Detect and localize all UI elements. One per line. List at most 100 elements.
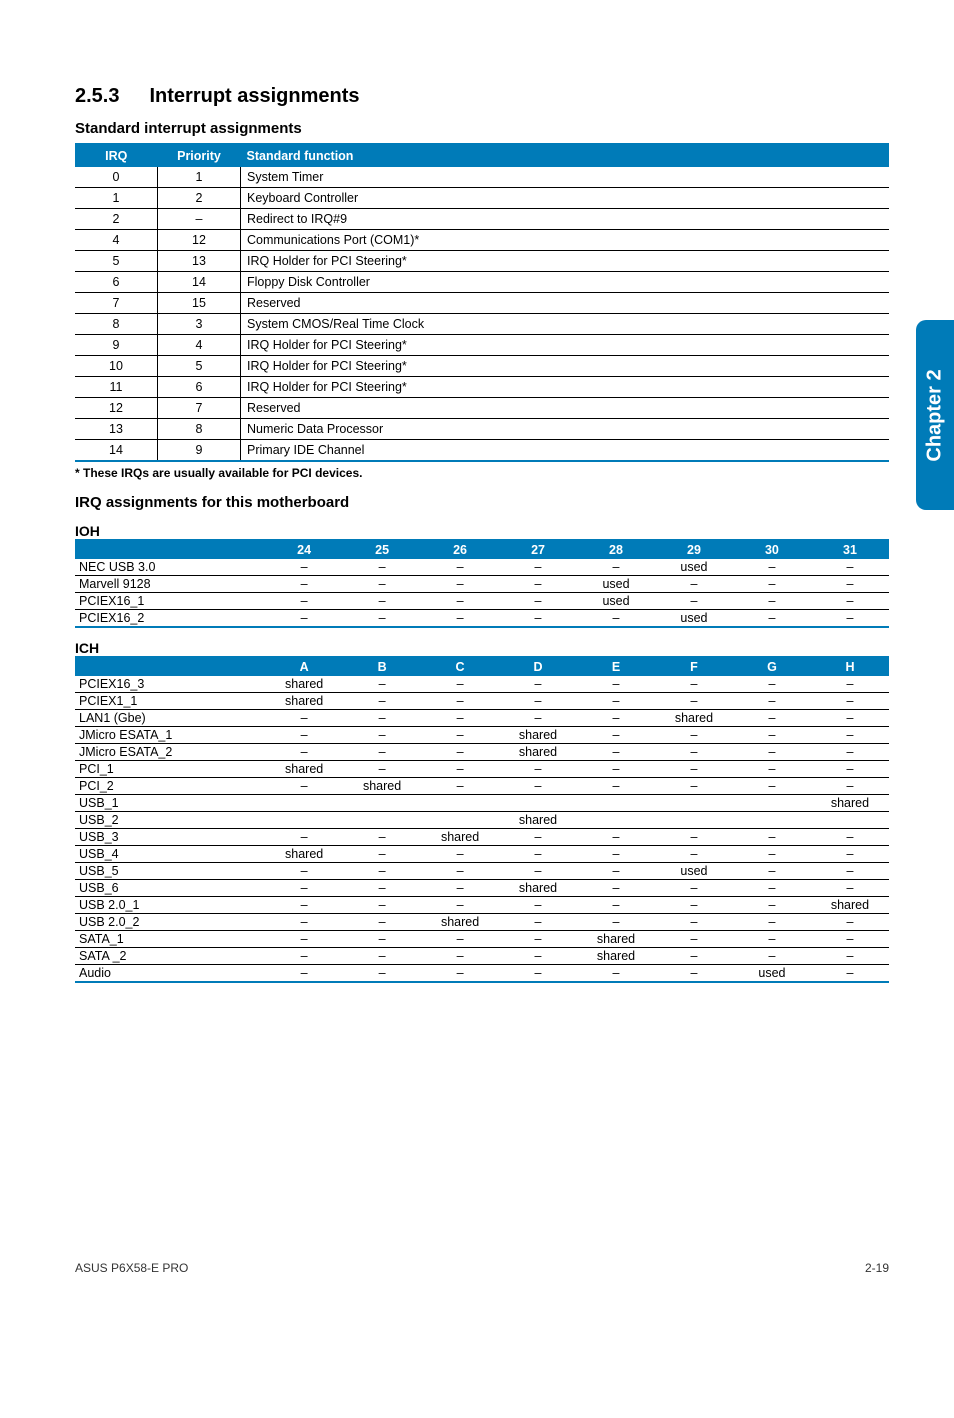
sidebar-chapter-tab: Chapter 2	[916, 320, 954, 510]
section-number: 2.5.3	[75, 85, 119, 107]
grid-col-header: 28	[577, 540, 655, 559]
grid-cell: –	[343, 693, 421, 710]
table-row: USB 2.0_2––shared–––––	[75, 914, 889, 931]
grid-cell	[265, 812, 343, 829]
grid-cell: –	[265, 897, 343, 914]
grid-cell: –	[421, 863, 499, 880]
grid-cell: –	[343, 829, 421, 846]
grid-cell: –	[733, 948, 811, 965]
table-row: 513IRQ Holder for PCI Steering*	[75, 251, 889, 272]
grid-cell: –	[421, 710, 499, 727]
grid-col-header: A	[265, 657, 343, 676]
ich-subheading: ICH	[75, 640, 889, 656]
table-row: 94IRQ Holder for PCI Steering*	[75, 335, 889, 356]
grid-cell: –	[655, 931, 733, 948]
priority-cell: 5	[158, 356, 241, 377]
row-label: USB 2.0_1	[75, 897, 265, 914]
grid-cell: –	[343, 880, 421, 897]
grid-cell: –	[343, 576, 421, 593]
grid-cell: –	[655, 744, 733, 761]
grid-cell: –	[421, 559, 499, 576]
grid-cell: –	[655, 846, 733, 863]
grid-col-header: 26	[421, 540, 499, 559]
priority-cell: 15	[158, 293, 241, 314]
irq-cell: 13	[75, 419, 158, 440]
grid-cell: –	[577, 778, 655, 795]
grid-cell: –	[421, 846, 499, 863]
table-row: 12Keyboard Controller	[75, 188, 889, 209]
row-label: Marvell 9128	[75, 576, 265, 593]
row-label: USB 2.0_2	[75, 914, 265, 931]
grid-cell: –	[499, 610, 577, 628]
grid-cell	[733, 795, 811, 812]
priority-cell: 7	[158, 398, 241, 419]
row-label: USB_4	[75, 846, 265, 863]
grid-cell: –	[577, 761, 655, 778]
sidebar-chapter-label: Chapter 2	[924, 369, 947, 461]
table1-heading: Standard interrupt assignments	[75, 120, 889, 137]
grid-cell: –	[421, 744, 499, 761]
function-cell: IRQ Holder for PCI Steering*	[241, 356, 890, 377]
grid-cell: –	[421, 948, 499, 965]
footer-left: ASUS P6X58-E PRO	[75, 1261, 188, 1275]
t1-col-irq: IRQ	[75, 144, 158, 167]
table-row: JMicro ESATA_2–––shared––––	[75, 744, 889, 761]
grid-cell: –	[811, 576, 889, 593]
grid-cell: –	[811, 676, 889, 693]
grid-cell: –	[655, 593, 733, 610]
grid-cell: used	[577, 576, 655, 593]
grid-cell: used	[655, 863, 733, 880]
function-cell: Primary IDE Channel	[241, 440, 890, 462]
grid-cell: –	[499, 710, 577, 727]
grid-cell: –	[811, 778, 889, 795]
priority-cell: 6	[158, 377, 241, 398]
grid-cell: –	[343, 846, 421, 863]
priority-cell: 1	[158, 167, 241, 188]
table-row: 412Communications Port (COM1)*	[75, 230, 889, 251]
grid-cell: –	[655, 778, 733, 795]
grid-cell	[343, 812, 421, 829]
grid-cell: –	[733, 778, 811, 795]
row-label: LAN1 (Gbe)	[75, 710, 265, 727]
irq-cell: 10	[75, 356, 158, 377]
function-cell: Communications Port (COM1)*	[241, 230, 890, 251]
grid-cell: –	[421, 897, 499, 914]
irq-cell: 7	[75, 293, 158, 314]
grid-cell: –	[577, 880, 655, 897]
table1-footnote: * These IRQs are usually available for P…	[75, 466, 889, 480]
grid-cell: shared	[265, 846, 343, 863]
row-label: PCIEX16_3	[75, 676, 265, 693]
grid-cell: –	[421, 727, 499, 744]
grid-cell: –	[655, 761, 733, 778]
grid-cell: –	[343, 863, 421, 880]
irq-cell: 1	[75, 188, 158, 209]
grid-cell: –	[733, 897, 811, 914]
grid-col-header: 25	[343, 540, 421, 559]
table-row: USB_1shared	[75, 795, 889, 812]
grid-cell: shared	[577, 948, 655, 965]
function-cell: IRQ Holder for PCI Steering*	[241, 377, 890, 398]
grid-cell: –	[343, 931, 421, 948]
grid-cell: –	[733, 880, 811, 897]
grid-cell: –	[265, 610, 343, 628]
grid-cell	[733, 812, 811, 829]
grid-cell: –	[655, 948, 733, 965]
grid-cell: –	[499, 778, 577, 795]
standard-irq-table: IRQ Priority Standard function 01System …	[75, 143, 889, 462]
table-row: SATA _2––––shared–––	[75, 948, 889, 965]
grid-col-header: G	[733, 657, 811, 676]
grid-cell: –	[811, 914, 889, 931]
grid-cell: shared	[499, 744, 577, 761]
grid-cell: –	[733, 761, 811, 778]
grid-cell	[421, 812, 499, 829]
ich-table: ABCDEFGH PCIEX16_3shared–––––––PCIEX1_1s…	[75, 656, 889, 983]
table-row: USB_3––shared–––––	[75, 829, 889, 846]
grid-cell: used	[577, 593, 655, 610]
table-row: 01System Timer	[75, 167, 889, 188]
grid-cell: –	[811, 559, 889, 576]
section-heading: 2.5.3Interrupt assignments	[75, 85, 889, 108]
grid-cell: –	[499, 897, 577, 914]
priority-cell: 3	[158, 314, 241, 335]
grid-cell: –	[577, 727, 655, 744]
function-cell: System CMOS/Real Time Clock	[241, 314, 890, 335]
